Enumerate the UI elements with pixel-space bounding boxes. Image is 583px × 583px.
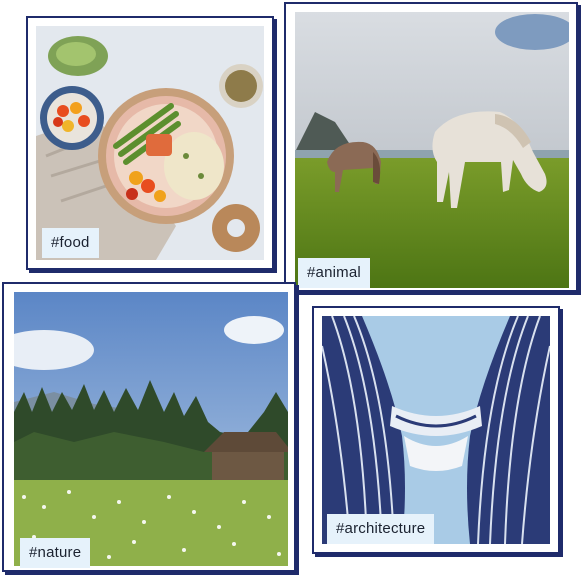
tag-architecture[interactable]: #architecture (327, 514, 435, 544)
tag-nature[interactable]: #nature (20, 538, 91, 568)
tag-animal[interactable]: #animal (298, 258, 370, 288)
gallery-card-architecture[interactable]: #architecture (312, 306, 560, 554)
tag-food[interactable]: #food (42, 228, 99, 258)
gallery-card-nature[interactable]: #nature (2, 282, 296, 572)
food-photo (36, 26, 264, 260)
architecture-photo (322, 316, 550, 544)
gallery-card-food[interactable]: #food (26, 16, 274, 270)
animal-photo (295, 12, 569, 288)
gallery-card-animal[interactable]: #animal (284, 2, 578, 292)
nature-photo (14, 292, 288, 566)
